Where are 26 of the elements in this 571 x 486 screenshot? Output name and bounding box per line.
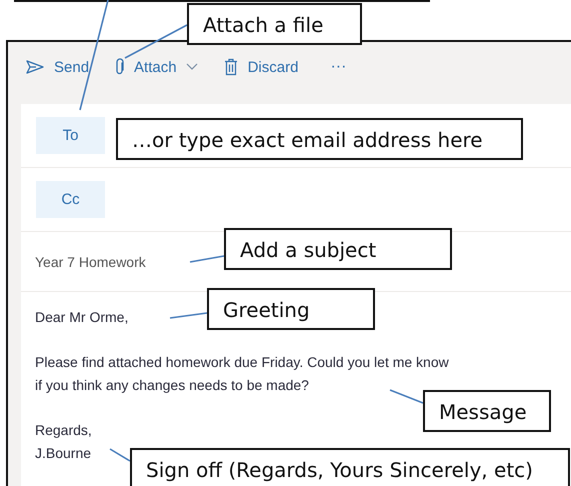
trash-icon [224, 58, 238, 76]
annotation-callout: Add a subject [224, 228, 452, 270]
annotation-callout: Message [423, 390, 551, 432]
subject-field[interactable]: Year 7 Homework [35, 254, 155, 270]
message-text: Please find attached homework due Friday. Could you let me know [35, 353, 449, 372]
leader-line [190, 255, 224, 263]
annotation-callout: …or type exact email address here [116, 118, 523, 160]
message-text: if you think any changes needs to be made? [35, 376, 309, 395]
more-button[interactable]: ··· [324, 54, 352, 80]
paperclip-icon [115, 58, 126, 76]
sign-off-text: Regards, [35, 421, 92, 440]
attach-button[interactable]: Attach [109, 54, 204, 80]
send-icon [26, 60, 44, 74]
recipient-button[interactable]: Cc [36, 181, 105, 218]
annotation-callout: Sign off (Regards, Yours Sincerely, etc) [130, 448, 570, 486]
discard-button[interactable]: Discard [218, 54, 304, 80]
annotation-callout: Attach a file [187, 3, 362, 45]
annotation-callout: Greeting [207, 288, 375, 330]
send-button[interactable]: Send [20, 54, 96, 80]
leader-line [110, 448, 130, 462]
leader-line [170, 312, 208, 319]
recipient-button[interactable]: To [36, 117, 105, 154]
leader-line [390, 389, 424, 404]
sign-off-text: J.Bourne [35, 444, 92, 463]
leader-line [124, 24, 188, 59]
greeting-text: Dear Mr Orme, [35, 308, 128, 327]
